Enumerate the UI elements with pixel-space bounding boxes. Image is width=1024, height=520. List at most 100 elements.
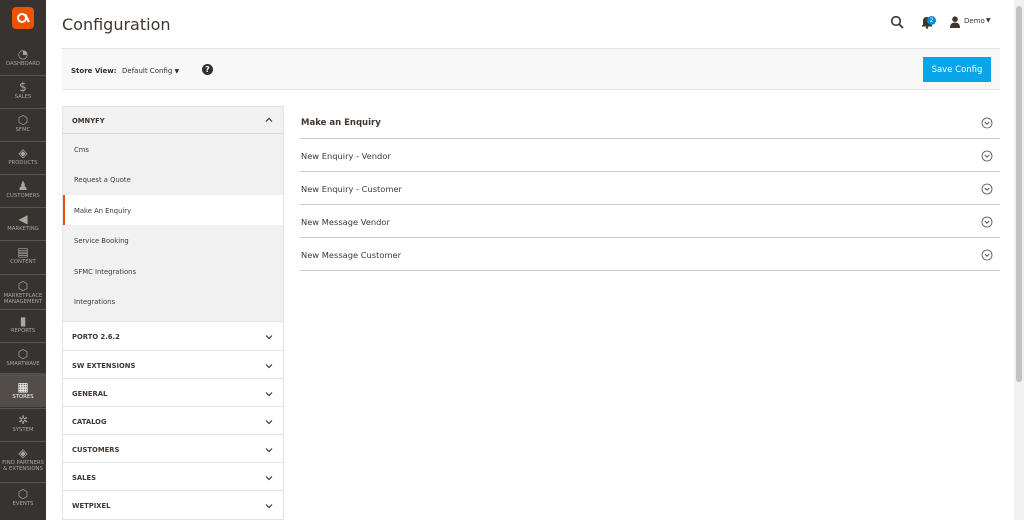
- store-view-select[interactable]: Default Config ▼: [122, 67, 179, 75]
- sidebar-item-label: SMARTWAVE: [6, 361, 40, 367]
- sidebar-item-marketplace-management[interactable]: ⬡ MARKETPLACE MANAGEMENT: [0, 276, 46, 308]
- store-view-label: Store View:: [71, 67, 117, 75]
- tab-group-label: PORTO 2.6.2: [72, 333, 120, 342]
- tab-item-cms[interactable]: Cms: [63, 134, 283, 164]
- section-title: New Message Customer: [301, 250, 402, 260]
- tab-item-label: Service Booking: [74, 237, 129, 246]
- section-title: Make an Enquiry: [301, 118, 381, 128]
- sidebar-divider: [0, 174, 46, 175]
- chevron-down-icon: [265, 363, 273, 368]
- sidebar-divider: [0, 441, 46, 442]
- sidebar-item-products[interactable]: ◈ PRODUCTS: [0, 143, 46, 173]
- sidebar-item-label: CUSTOMERS: [6, 193, 40, 199]
- notification-badge: 2: [927, 16, 936, 25]
- tab-item-request-a-quote[interactable]: Request a Quote: [63, 164, 283, 194]
- sidebar-divider: [0, 141, 46, 142]
- chevron-up-icon: [265, 117, 273, 122]
- chevron-down-icon: [265, 391, 273, 397]
- tab-item-service-booking[interactable]: Service Booking: [63, 225, 283, 255]
- section-new-enquiry-customer[interactable]: New Enquiry - Customer: [300, 172, 1000, 205]
- expand-toggle-icon[interactable]: [981, 249, 993, 261]
- hexagon-icon: ⬡: [17, 279, 29, 293]
- chevron-down-icon: [265, 448, 273, 453]
- sidebar-item-reports[interactable]: ▮ REPORTS: [0, 311, 46, 341]
- tab-group-omnyfy[interactable]: OMNYFY: [62, 106, 284, 134]
- gear-icon: ✲: [17, 413, 29, 427]
- sidebar-item-stores[interactable]: ▦ STORES: [0, 373, 46, 407]
- sidebar-item-content[interactable]: ▤ CONTENT: [0, 242, 46, 272]
- section-make-an-enquiry[interactable]: Make an Enquiry: [300, 106, 1000, 139]
- sidebar-item-sfmc[interactable]: ⬡ SFMC: [0, 110, 46, 140]
- tab-group-label: CUSTOMERS: [72, 446, 120, 455]
- help-icon[interactable]: ?: [202, 64, 213, 75]
- tab-group-label: SW EXTENSIONS: [72, 361, 136, 370]
- scrollbar-thumb[interactable]: [1016, 6, 1022, 382]
- sidebar-item-label: CONTENT: [10, 259, 36, 265]
- sidebar-item-system[interactable]: ✲ SYSTEM: [0, 410, 46, 440]
- expand-toggle-icon[interactable]: [981, 150, 993, 162]
- tab-item-sfmc-integrations[interactable]: SFMC Integrations: [63, 256, 283, 286]
- sidebar-divider: [0, 75, 46, 76]
- chevron-down-icon: ▼: [174, 68, 180, 75]
- tab-group-general[interactable]: GENERAL: [62, 378, 284, 407]
- tab-group-wetpixel[interactable]: WETPIXEL: [62, 491, 284, 520]
- cube-icon: ◈: [18, 146, 28, 160]
- tab-group-porto-2-6-2[interactable]: PORTO 2.6.2: [62, 322, 284, 351]
- sidebar-divider: [0, 482, 46, 483]
- expand-toggle-icon[interactable]: [981, 216, 993, 228]
- sidebar-item-label: SFMC: [15, 127, 31, 133]
- tab-item-integrations[interactable]: Integrations: [63, 286, 283, 316]
- tab-group-sales[interactable]: SALES: [62, 463, 284, 492]
- sidebar-item-label: MARKETING: [7, 226, 39, 232]
- save-config-button[interactable]: Save Config: [923, 57, 991, 82]
- app-root: ◔ DASHBOARD $ SALES ⬡ SFMC ◈ PRODUCTS ♟ CUSTOMERS…: [0, 0, 1024, 520]
- expand-toggle-icon[interactable]: [981, 183, 993, 195]
- section-title: New Enquiry - Vendor: [301, 151, 391, 161]
- tab-group-sw-extensions[interactable]: SW EXTENSIONS: [62, 350, 284, 379]
- section-new-enquiry-vendor[interactable]: New Enquiry - Vendor: [300, 139, 1000, 172]
- sidebar-item-events[interactable]: ⬡ EVENTS: [0, 484, 46, 514]
- user-icon[interactable]: [950, 16, 960, 28]
- logo[interactable]: [0, 0, 46, 36]
- person-icon: ♟: [17, 179, 29, 193]
- bar-chart-icon: ▮: [19, 314, 27, 328]
- store-view-bar: Store View: Default Config ▼ ? Save Conf…: [62, 48, 1000, 90]
- sidebar-divider: [0, 207, 46, 208]
- tab-group-catalog[interactable]: CATALOG: [62, 406, 284, 436]
- sidebar-divider: [0, 408, 46, 409]
- admin-sidebar: ◔ DASHBOARD $ SALES ⬡ SFMC ◈ PRODUCTS ♟ CUSTOMERS…: [0, 0, 46, 520]
- store-view-value: Default Config: [122, 67, 173, 75]
- section-new-message-customer[interactable]: New Message Customer: [300, 238, 1000, 271]
- user-name[interactable]: Demo: [964, 17, 985, 25]
- sidebar-item-label: PRODUCTS: [8, 160, 38, 166]
- sidebar-item-smartwave[interactable]: ⬡ SMARTWAVE: [0, 344, 46, 374]
- search-icon[interactable]: [890, 15, 904, 29]
- tab-item-label: Cms: [74, 146, 89, 154]
- tab-group-label: OMNYFY: [72, 117, 105, 125]
- sidebar-item-marketing[interactable]: ◀ MARKETING: [0, 209, 46, 239]
- sidebar-item-label: REPORTS: [10, 328, 36, 334]
- sidebar-item-label: MARKETPLACE MANAGEMENT: [3, 293, 43, 305]
- section-new-message-vendor[interactable]: New Message Vendor: [300, 205, 1000, 238]
- chevron-down-icon[interactable]: ▼: [986, 17, 991, 24]
- expand-toggle-icon[interactable]: [981, 117, 993, 129]
- sidebar-item-dashboard[interactable]: ◔ DASHBOARD: [0, 44, 46, 74]
- tab-item-label: SFMC Integrations: [74, 267, 136, 276]
- tab-item-make-an-enquiry[interactable]: Make An Enquiry: [63, 194, 283, 226]
- page-title: Configuration: [62, 15, 171, 34]
- sidebar-item-customers[interactable]: ♟ CUSTOMERS: [0, 176, 46, 206]
- hexagon-icon: ⬡: [17, 487, 29, 501]
- sidebar-divider: [0, 375, 46, 376]
- tab-group-label: GENERAL: [72, 389, 108, 398]
- section-title: New Message Vendor: [301, 217, 390, 227]
- chevron-down-icon: [265, 335, 273, 340]
- tab-group-customers[interactable]: CUSTOMERS: [62, 435, 284, 464]
- sidebar-divider: [0, 342, 46, 343]
- sidebar-item-find-partners-extensions[interactable]: ◈ FIND PARTNERS & EXTENSIONS: [0, 443, 46, 481]
- dollar-icon: $: [19, 80, 27, 94]
- sidebar-item-sales[interactable]: $ SALES: [0, 77, 46, 107]
- section-title: New Enquiry - Customer: [301, 184, 402, 194]
- cube-icon: ◈: [18, 446, 28, 460]
- sidebar-item-label: SYSTEM: [12, 427, 34, 433]
- config-sections: Make an Enquiry New Enquiry - Vendor New E…: [300, 106, 1000, 271]
